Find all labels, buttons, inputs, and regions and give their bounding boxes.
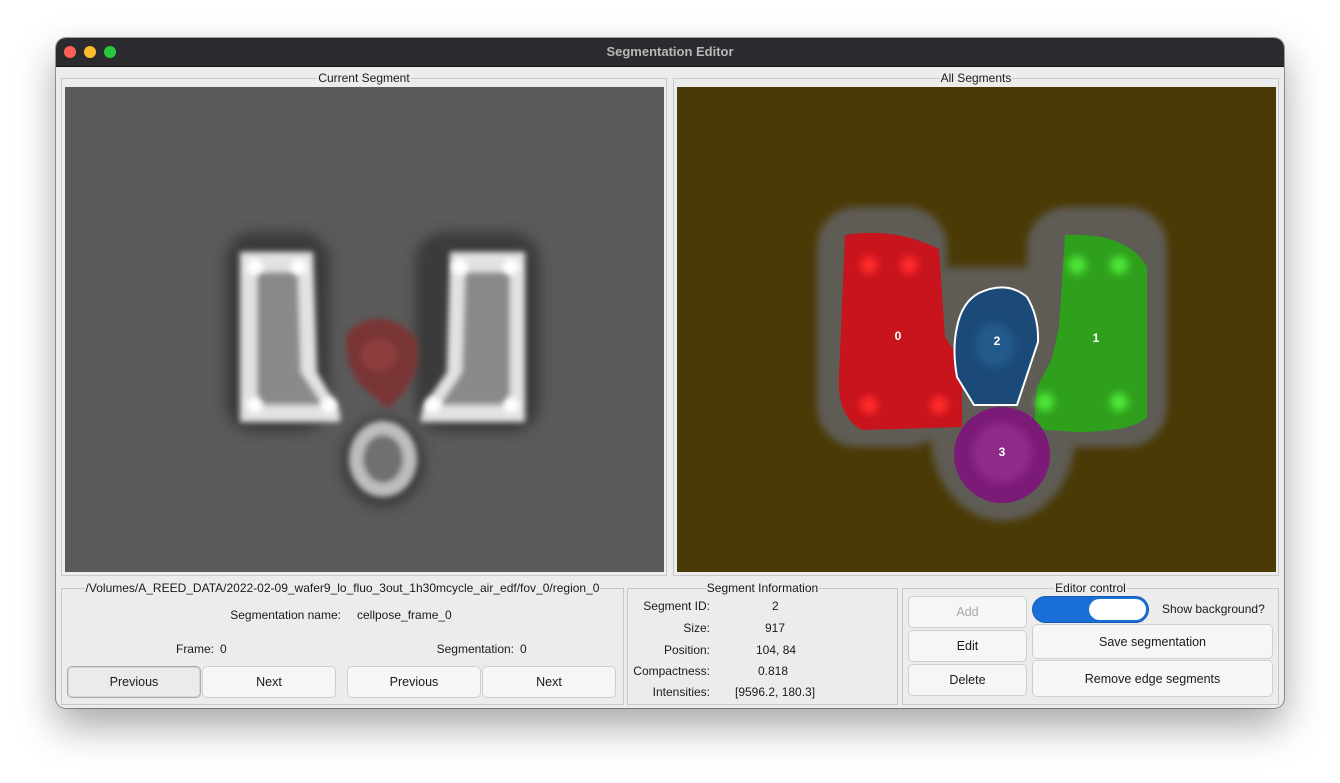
show-background-toggle[interactable] — [1032, 596, 1149, 623]
segment-0-label: 0 — [895, 329, 902, 343]
segmentation-name-value: cellpose_frame_0 — [357, 608, 452, 622]
delete-button[interactable]: Delete — [908, 664, 1027, 696]
add-button[interactable]: Add — [908, 596, 1027, 628]
segment-id-label: Segment ID: — [643, 599, 710, 613]
show-background-label: Show background? — [1162, 602, 1265, 616]
remove-edge-segments-button[interactable]: Remove edge segments — [1032, 660, 1273, 697]
all-segments-image[interactable]: 0 2 1 3 — [677, 87, 1276, 572]
current-segment-image[interactable] — [65, 87, 664, 572]
frame-label: Frame: — [175, 642, 214, 656]
title-bar: Segmentation Editor — [56, 38, 1284, 67]
frame-value: 0 — [220, 642, 227, 656]
segment-size-value: 917 — [765, 621, 786, 635]
file-path: /Volumes/A_REED_DATA/2022-02-09_wafer9_l… — [84, 581, 601, 595]
segment-intensities-label: Intensities: — [652, 685, 710, 699]
frame-previous-button[interactable]: Previous — [67, 666, 201, 698]
segmentation-index-label: Segmentation: — [436, 642, 514, 656]
edit-button[interactable]: Edit — [908, 630, 1027, 662]
all-segments-title: All Segments — [939, 71, 1013, 85]
segment-position-value: 104, 84 — [756, 643, 797, 657]
save-segmentation-button[interactable]: Save segmentation — [1032, 624, 1273, 659]
current-segment-title: Current Segment — [317, 71, 411, 85]
segment-intensities-value: [9596.2, 180.3] — [735, 685, 816, 699]
editor-control-title: Editor control — [1054, 581, 1127, 595]
segment-compactness-label: Compactness: — [633, 664, 710, 678]
segmentation-index-value: 0 — [520, 642, 527, 656]
segmentation-name-label: Segmentation name: — [230, 608, 341, 622]
app-window: Segmentation Editor Current Segment All … — [56, 38, 1284, 708]
segmentation-next-button[interactable]: Next — [482, 666, 616, 698]
segment-position-label: Position: — [663, 643, 710, 657]
toggle-knob — [1089, 599, 1146, 620]
segment-3-label: 3 — [999, 445, 1006, 459]
segment-1-label: 1 — [1093, 331, 1100, 345]
segment-compactness-value: 0.818 — [758, 664, 789, 678]
segment-2-label: 2 — [994, 334, 1001, 348]
segment-size-label: Size: — [683, 621, 710, 635]
window-title: Segmentation Editor — [606, 44, 734, 59]
frame-next-button[interactable]: Next — [202, 666, 336, 698]
segmentation-previous-button[interactable]: Previous — [347, 666, 481, 698]
segment-info-title: Segment Information — [705, 581, 820, 595]
segment-id-value: 2 — [772, 599, 779, 613]
